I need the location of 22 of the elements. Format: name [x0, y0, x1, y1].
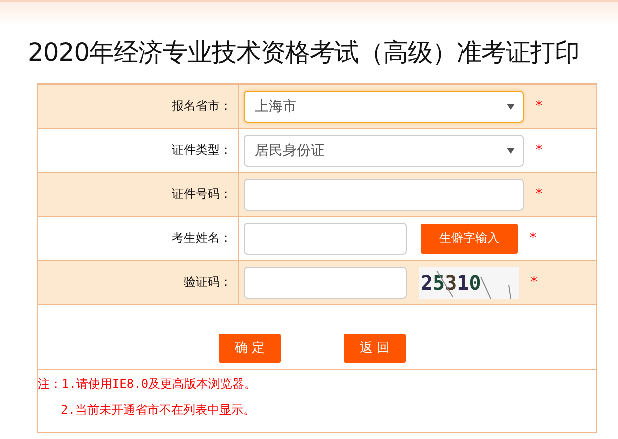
- note-prefix: 注：: [38, 377, 62, 391]
- required-mark: *: [536, 99, 542, 114]
- required-mark: *: [536, 187, 542, 202]
- required-mark: *: [536, 143, 542, 158]
- input-field[interactable]: [244, 266, 407, 298]
- input-field[interactable]: [244, 178, 524, 210]
- input-field[interactable]: [244, 222, 407, 254]
- captcha-image[interactable]: 25310: [419, 266, 519, 298]
- field-label: 报名省市：: [172, 99, 232, 113]
- note-text: 2.当前未开通省市不在列表中显示。: [61, 403, 256, 417]
- page-title: 2020年经济专业技术资格考试（高级）准考证打印: [28, 37, 581, 69]
- field-label: 证件号码：: [172, 187, 232, 201]
- caret-icon: [507, 148, 515, 154]
- required-mark: *: [531, 275, 538, 290]
- required-mark: *: [530, 231, 536, 246]
- field-label: 验证码：: [184, 275, 232, 289]
- field-label: 考生姓名：: [172, 231, 232, 245]
- caret-icon: [507, 104, 515, 110]
- dropdown-field[interactable]: 居民身份证: [244, 134, 524, 166]
- dropdown-field[interactable]: 上海市: [244, 90, 524, 122]
- note-text: 1.请使用IE8.0及更高版本浏览器。: [62, 377, 257, 391]
- field-label: 证件类型：: [172, 143, 232, 157]
